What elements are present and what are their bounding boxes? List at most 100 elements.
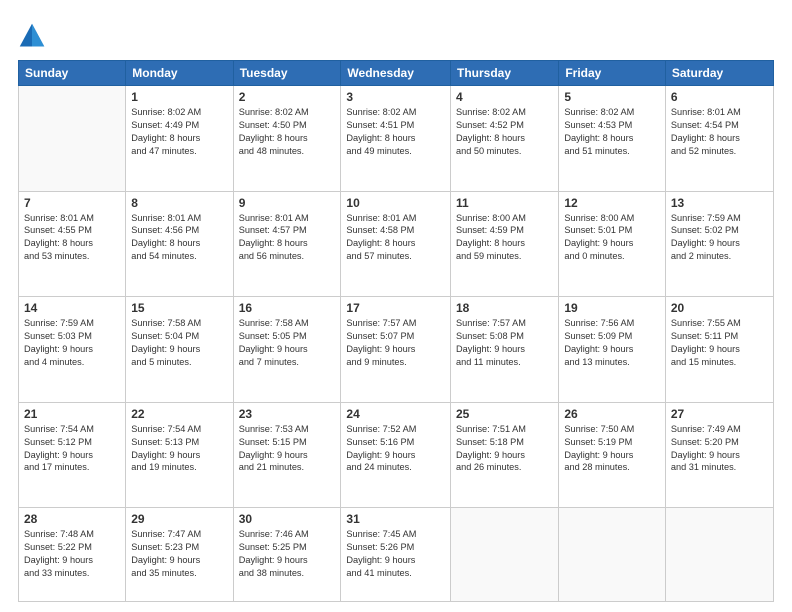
calendar-cell: 1 Sunrise: 8:02 AM Sunset: 4:49 PM Daylig… xyxy=(126,86,233,192)
calendar-week-row: 7 Sunrise: 8:01 AM Sunset: 4:55 PM Daylig… xyxy=(19,191,774,297)
calendar-cell: 5 Sunrise: 8:02 AM Sunset: 4:53 PM Daylig… xyxy=(559,86,666,192)
day-number: 11 xyxy=(456,196,553,210)
calendar-cell: 27 Sunrise: 7:49 AM Sunset: 5:20 PM Dayli… xyxy=(665,402,773,508)
day-number: 26 xyxy=(564,407,660,421)
day-number: 18 xyxy=(456,301,553,315)
day-info: Sunrise: 7:54 AM Sunset: 5:13 PM Dayligh… xyxy=(131,423,227,475)
calendar-cell: 18 Sunrise: 7:57 AM Sunset: 5:08 PM Dayli… xyxy=(451,297,559,403)
logo-icon xyxy=(18,22,46,50)
day-info: Sunrise: 8:02 AM Sunset: 4:53 PM Dayligh… xyxy=(564,106,660,158)
day-number: 31 xyxy=(346,512,445,526)
calendar-cell xyxy=(559,508,666,602)
day-info: Sunrise: 8:02 AM Sunset: 4:50 PM Dayligh… xyxy=(239,106,336,158)
day-number: 20 xyxy=(671,301,768,315)
day-info: Sunrise: 7:50 AM Sunset: 5:19 PM Dayligh… xyxy=(564,423,660,475)
calendar-cell xyxy=(19,86,126,192)
day-number: 25 xyxy=(456,407,553,421)
calendar: SundayMondayTuesdayWednesdayThursdayFrid… xyxy=(18,60,774,602)
calendar-cell: 6Sunrise: 8:01 AM Sunset: 4:54 PM Daylig… xyxy=(665,86,773,192)
calendar-week-row: 1 Sunrise: 8:02 AM Sunset: 4:49 PM Daylig… xyxy=(19,86,774,192)
day-info: Sunrise: 7:58 AM Sunset: 5:04 PM Dayligh… xyxy=(131,317,227,369)
calendar-cell: 26 Sunrise: 7:50 AM Sunset: 5:19 PM Dayli… xyxy=(559,402,666,508)
calendar-cell: 21 Sunrise: 7:54 AM Sunset: 5:12 PM Dayli… xyxy=(19,402,126,508)
day-info: Sunrise: 7:47 AM Sunset: 5:23 PM Dayligh… xyxy=(131,528,227,580)
day-info: Sunrise: 7:59 AM Sunset: 5:02 PM Dayligh… xyxy=(671,212,768,264)
day-number: 13 xyxy=(671,196,768,210)
day-info: Sunrise: 7:58 AM Sunset: 5:05 PM Dayligh… xyxy=(239,317,336,369)
day-number: 22 xyxy=(131,407,227,421)
weekday-header: Thursday xyxy=(451,61,559,86)
day-info: Sunrise: 8:01 AM Sunset: 4:55 PM Dayligh… xyxy=(24,212,120,264)
weekday-header: Saturday xyxy=(665,61,773,86)
day-info: Sunrise: 7:52 AM Sunset: 5:16 PM Dayligh… xyxy=(346,423,445,475)
calendar-header-row: SundayMondayTuesdayWednesdayThursdayFrid… xyxy=(19,61,774,86)
day-number: 10 xyxy=(346,196,445,210)
calendar-cell: 16Sunrise: 7:58 AM Sunset: 5:05 PM Dayli… xyxy=(233,297,341,403)
day-number: 27 xyxy=(671,407,768,421)
day-info: Sunrise: 8:01 AM Sunset: 4:56 PM Dayligh… xyxy=(131,212,227,264)
day-number: 6 xyxy=(671,90,768,104)
calendar-week-row: 28 Sunrise: 7:48 AM Sunset: 5:22 PM Dayli… xyxy=(19,508,774,602)
day-info: Sunrise: 8:00 AM Sunset: 4:59 PM Dayligh… xyxy=(456,212,553,264)
day-info: Sunrise: 8:00 AM Sunset: 5:01 PM Dayligh… xyxy=(564,212,660,264)
calendar-cell: 19 Sunrise: 7:56 AM Sunset: 5:09 PM Dayli… xyxy=(559,297,666,403)
day-info: Sunrise: 8:02 AM Sunset: 4:52 PM Dayligh… xyxy=(456,106,553,158)
day-number: 5 xyxy=(564,90,660,104)
day-number: 19 xyxy=(564,301,660,315)
day-number: 12 xyxy=(564,196,660,210)
calendar-cell: 24 Sunrise: 7:52 AM Sunset: 5:16 PM Dayli… xyxy=(341,402,451,508)
weekday-header: Friday xyxy=(559,61,666,86)
day-info: Sunrise: 7:55 AM Sunset: 5:11 PM Dayligh… xyxy=(671,317,768,369)
day-info: Sunrise: 7:49 AM Sunset: 5:20 PM Dayligh… xyxy=(671,423,768,475)
day-info: Sunrise: 7:54 AM Sunset: 5:12 PM Dayligh… xyxy=(24,423,120,475)
calendar-cell: 9 Sunrise: 8:01 AM Sunset: 4:57 PM Daylig… xyxy=(233,191,341,297)
day-info: Sunrise: 7:51 AM Sunset: 5:18 PM Dayligh… xyxy=(456,423,553,475)
weekday-header: Tuesday xyxy=(233,61,341,86)
calendar-cell: 28 Sunrise: 7:48 AM Sunset: 5:22 PM Dayli… xyxy=(19,508,126,602)
day-info: Sunrise: 7:57 AM Sunset: 5:08 PM Dayligh… xyxy=(456,317,553,369)
day-number: 14 xyxy=(24,301,120,315)
calendar-cell: 12 Sunrise: 8:00 AM Sunset: 5:01 PM Dayli… xyxy=(559,191,666,297)
day-number: 8 xyxy=(131,196,227,210)
calendar-cell: 17 Sunrise: 7:57 AM Sunset: 5:07 PM Dayli… xyxy=(341,297,451,403)
day-number: 23 xyxy=(239,407,336,421)
calendar-cell: 25 Sunrise: 7:51 AM Sunset: 5:18 PM Dayli… xyxy=(451,402,559,508)
calendar-cell: 31Sunrise: 7:45 AM Sunset: 5:26 PM Dayli… xyxy=(341,508,451,602)
day-number: 28 xyxy=(24,512,120,526)
day-info: Sunrise: 8:01 AM Sunset: 4:58 PM Dayligh… xyxy=(346,212,445,264)
calendar-cell xyxy=(451,508,559,602)
day-number: 17 xyxy=(346,301,445,315)
day-info: Sunrise: 8:02 AM Sunset: 4:49 PM Dayligh… xyxy=(131,106,227,158)
day-info: Sunrise: 7:48 AM Sunset: 5:22 PM Dayligh… xyxy=(24,528,120,580)
calendar-week-row: 14 Sunrise: 7:59 AM Sunset: 5:03 PM Dayli… xyxy=(19,297,774,403)
page: SundayMondayTuesdayWednesdayThursdayFrid… xyxy=(0,0,792,612)
day-number: 2 xyxy=(239,90,336,104)
day-number: 21 xyxy=(24,407,120,421)
calendar-cell: 15 Sunrise: 7:58 AM Sunset: 5:04 PM Dayli… xyxy=(126,297,233,403)
calendar-cell: 20 Sunrise: 7:55 AM Sunset: 5:11 PM Dayli… xyxy=(665,297,773,403)
day-info: Sunrise: 7:57 AM Sunset: 5:07 PM Dayligh… xyxy=(346,317,445,369)
day-number: 30 xyxy=(239,512,336,526)
weekday-header: Wednesday xyxy=(341,61,451,86)
calendar-cell: 13 Sunrise: 7:59 AM Sunset: 5:02 PM Dayli… xyxy=(665,191,773,297)
calendar-cell xyxy=(665,508,773,602)
header xyxy=(18,18,774,50)
day-number: 24 xyxy=(346,407,445,421)
calendar-cell: 30Sunrise: 7:46 AM Sunset: 5:25 PM Dayli… xyxy=(233,508,341,602)
day-number: 1 xyxy=(131,90,227,104)
day-number: 15 xyxy=(131,301,227,315)
day-number: 7 xyxy=(24,196,120,210)
weekday-header: Monday xyxy=(126,61,233,86)
calendar-cell: 10 Sunrise: 8:01 AM Sunset: 4:58 PM Dayli… xyxy=(341,191,451,297)
calendar-cell: 4Sunrise: 8:02 AM Sunset: 4:52 PM Daylig… xyxy=(451,86,559,192)
calendar-week-row: 21 Sunrise: 7:54 AM Sunset: 5:12 PM Dayli… xyxy=(19,402,774,508)
day-number: 9 xyxy=(239,196,336,210)
day-info: Sunrise: 8:01 AM Sunset: 4:57 PM Dayligh… xyxy=(239,212,336,264)
day-info: Sunrise: 7:59 AM Sunset: 5:03 PM Dayligh… xyxy=(24,317,120,369)
day-info: Sunrise: 7:56 AM Sunset: 5:09 PM Dayligh… xyxy=(564,317,660,369)
calendar-cell: 22 Sunrise: 7:54 AM Sunset: 5:13 PM Dayli… xyxy=(126,402,233,508)
calendar-cell: 11 Sunrise: 8:00 AM Sunset: 4:59 PM Dayli… xyxy=(451,191,559,297)
day-info: Sunrise: 8:02 AM Sunset: 4:51 PM Dayligh… xyxy=(346,106,445,158)
weekday-header: Sunday xyxy=(19,61,126,86)
calendar-cell: 23Sunrise: 7:53 AM Sunset: 5:15 PM Dayli… xyxy=(233,402,341,508)
